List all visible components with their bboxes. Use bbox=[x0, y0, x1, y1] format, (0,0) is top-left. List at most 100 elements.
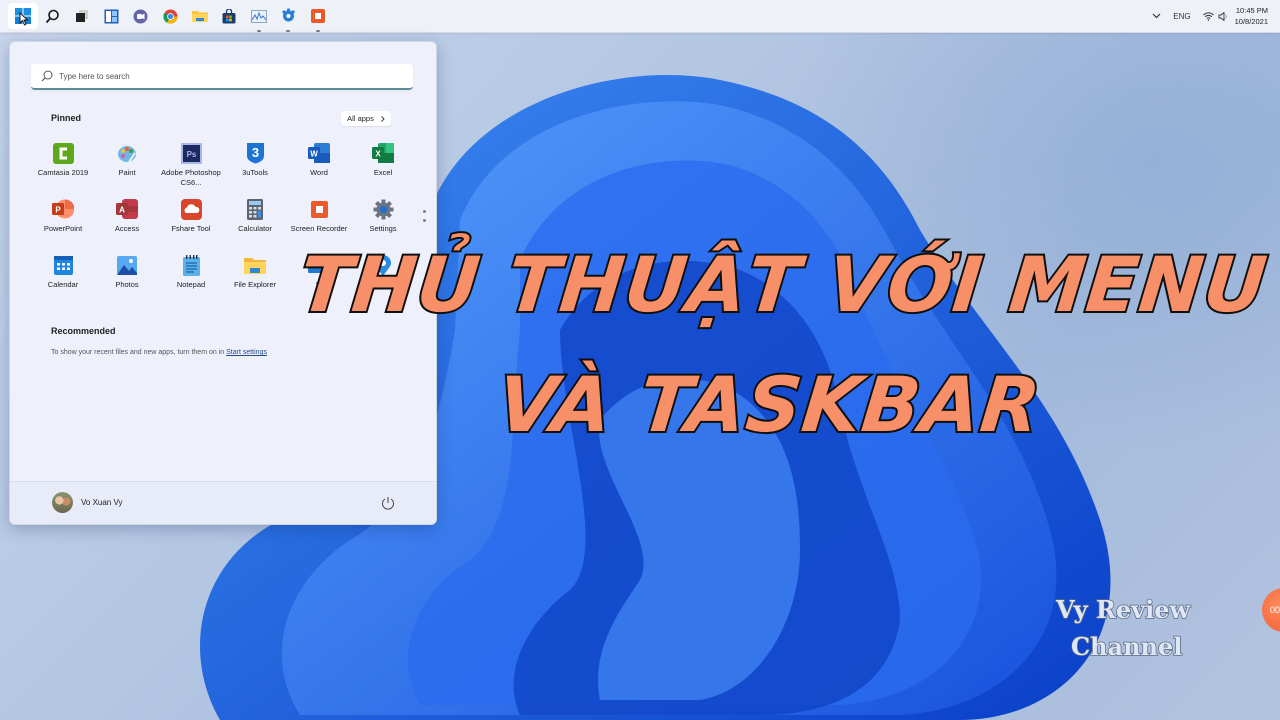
app-label: Adobe Photoshop CS6... bbox=[161, 168, 221, 187]
user-avatar[interactable] bbox=[52, 492, 73, 513]
app-label: Photos bbox=[115, 280, 139, 289]
page-dot[interactable] bbox=[423, 219, 426, 222]
record-icon bbox=[310, 9, 325, 23]
file-explorer-button[interactable] bbox=[185, 3, 215, 29]
thumbnail-title-line2: VÀ TASKBAR bbox=[491, 358, 1047, 451]
app-label: Paint bbox=[118, 168, 136, 177]
photos-icon bbox=[117, 255, 137, 275]
pinned-app-powerpoint[interactable]: P PowerPoint bbox=[31, 195, 95, 251]
pinned-app-photos[interactable]: Photos bbox=[95, 251, 159, 307]
search-input[interactable] bbox=[57, 70, 391, 82]
network-volume-button[interactable] bbox=[1197, 11, 1235, 21]
thumbnail-title-line1: THỦ THUẬT VỚI MENU bbox=[293, 238, 1273, 331]
3utools-icon bbox=[282, 8, 295, 22]
power-icon[interactable] bbox=[380, 495, 396, 511]
channel-watermark-line1: Vy Review bbox=[1055, 594, 1191, 625]
pinned-app-file-explorer[interactable]: File Explorer bbox=[223, 251, 287, 307]
camtasia-icon bbox=[52, 142, 74, 164]
calendar-icon bbox=[53, 255, 73, 275]
svg-text:3: 3 bbox=[251, 145, 258, 160]
app-label: 3uTools bbox=[242, 168, 268, 177]
excel-icon: X bbox=[372, 143, 394, 163]
search-icon bbox=[41, 70, 53, 82]
start-settings-link[interactable]: Start settings bbox=[226, 349, 267, 356]
app-label: File Explorer bbox=[233, 280, 277, 289]
fshare-icon bbox=[180, 198, 202, 220]
svg-text:X: X bbox=[375, 150, 381, 159]
store-button[interactable] bbox=[215, 3, 245, 29]
chat-icon bbox=[133, 9, 148, 23]
show-hidden-icons-button[interactable] bbox=[1146, 12, 1167, 21]
start-menu-footer: Vo Xuan Vy bbox=[10, 481, 436, 524]
photoshop-icon: Ps bbox=[180, 142, 202, 164]
app-label: Fshare Tool bbox=[171, 224, 211, 233]
search-icon bbox=[45, 9, 59, 23]
app-label: Excel bbox=[373, 168, 393, 177]
all-apps-button[interactable]: All apps bbox=[341, 111, 391, 126]
app-label: Calendar bbox=[47, 280, 79, 289]
svg-text:A: A bbox=[119, 206, 125, 215]
running-indicator bbox=[286, 30, 291, 32]
widgets-icon bbox=[104, 9, 119, 23]
pinned-heading: Pinned bbox=[51, 113, 82, 123]
settings-icon bbox=[373, 199, 393, 219]
pinned-app-fshare[interactable]: Fshare Tool bbox=[159, 195, 223, 251]
pinned-app-camtasia[interactable]: Camtasia 2019 bbox=[31, 139, 95, 195]
channel-watermark-line2: Channel bbox=[1070, 631, 1183, 662]
svg-text:P: P bbox=[55, 206, 61, 215]
recommended-heading: Recommended bbox=[51, 326, 116, 336]
calculator-icon bbox=[247, 198, 263, 220]
all-apps-label: All apps bbox=[347, 114, 374, 123]
store-icon bbox=[222, 8, 236, 23]
language-indicator[interactable]: ENG bbox=[1167, 12, 1196, 21]
pinned-app-excel[interactable]: X Excel bbox=[351, 139, 415, 195]
user-name[interactable]: Vo Xuan Vy bbox=[81, 498, 123, 507]
chrome-button[interactable] bbox=[156, 3, 186, 29]
pinned-app-word[interactable]: W Word bbox=[287, 139, 351, 195]
chart-icon bbox=[250, 9, 267, 23]
app-label: Calculator bbox=[238, 224, 272, 233]
clock-date: 10/8/2021 bbox=[1234, 17, 1268, 26]
pinned-app-calendar[interactable]: Calendar bbox=[31, 251, 95, 307]
pinned-app-calculator[interactable]: Calculator bbox=[223, 195, 287, 251]
task-view-button[interactable] bbox=[67, 3, 97, 29]
page-dot[interactable] bbox=[423, 210, 426, 213]
3utools-taskbar-button[interactable] bbox=[274, 3, 304, 32]
mouse-cursor-icon bbox=[19, 12, 29, 26]
pinned-app-paint[interactable]: Paint bbox=[95, 139, 159, 195]
recommended-message: To show your recent files and new apps, … bbox=[51, 349, 267, 356]
svg-text:Ps: Ps bbox=[186, 150, 196, 159]
app-label: Camtasia 2019 bbox=[37, 168, 89, 177]
chrome-icon bbox=[163, 8, 178, 24]
3utools-icon: 3 bbox=[246, 143, 264, 164]
chat-button[interactable] bbox=[126, 3, 156, 29]
chevron-right-icon bbox=[381, 115, 385, 122]
pinned-page-indicator[interactable] bbox=[423, 210, 426, 228]
app-label: Screen Recorder bbox=[290, 224, 348, 233]
app-label: PowerPoint bbox=[43, 224, 83, 233]
performance-monitor-button[interactable] bbox=[244, 3, 274, 32]
app-label: Access bbox=[114, 224, 140, 233]
pinned-app-notepad[interactable]: Notepad bbox=[159, 251, 223, 307]
wifi-icon bbox=[1202, 11, 1214, 21]
folder-icon bbox=[191, 11, 208, 22]
pinned-app-access[interactable]: A Access bbox=[95, 195, 159, 251]
pinned-app-3utools[interactable]: 3 3uTools bbox=[223, 139, 287, 195]
powerpoint-icon: P bbox=[52, 199, 74, 219]
app-label: Settings bbox=[369, 224, 397, 233]
chevron-up-icon bbox=[1152, 13, 1161, 18]
screen-recorder-taskbar-button[interactable] bbox=[303, 3, 333, 32]
screen-recorder-icon bbox=[310, 200, 328, 218]
folder-icon bbox=[244, 257, 266, 274]
taskbar-apps bbox=[8, 3, 333, 32]
notepad-icon bbox=[182, 254, 200, 276]
taskbar-search-button[interactable] bbox=[38, 3, 68, 29]
start-search-box[interactable] bbox=[31, 64, 413, 90]
widgets-button[interactable] bbox=[97, 3, 127, 29]
pinned-app-photoshop[interactable]: Ps Adobe Photoshop CS6... bbox=[159, 139, 223, 195]
paint-icon bbox=[117, 145, 136, 163]
clock[interactable]: 10:45 PM 10/8/2021 bbox=[1235, 5, 1280, 27]
svg-text:W: W bbox=[310, 150, 318, 159]
app-label: Notepad bbox=[176, 280, 206, 289]
word-icon: W bbox=[308, 143, 330, 163]
